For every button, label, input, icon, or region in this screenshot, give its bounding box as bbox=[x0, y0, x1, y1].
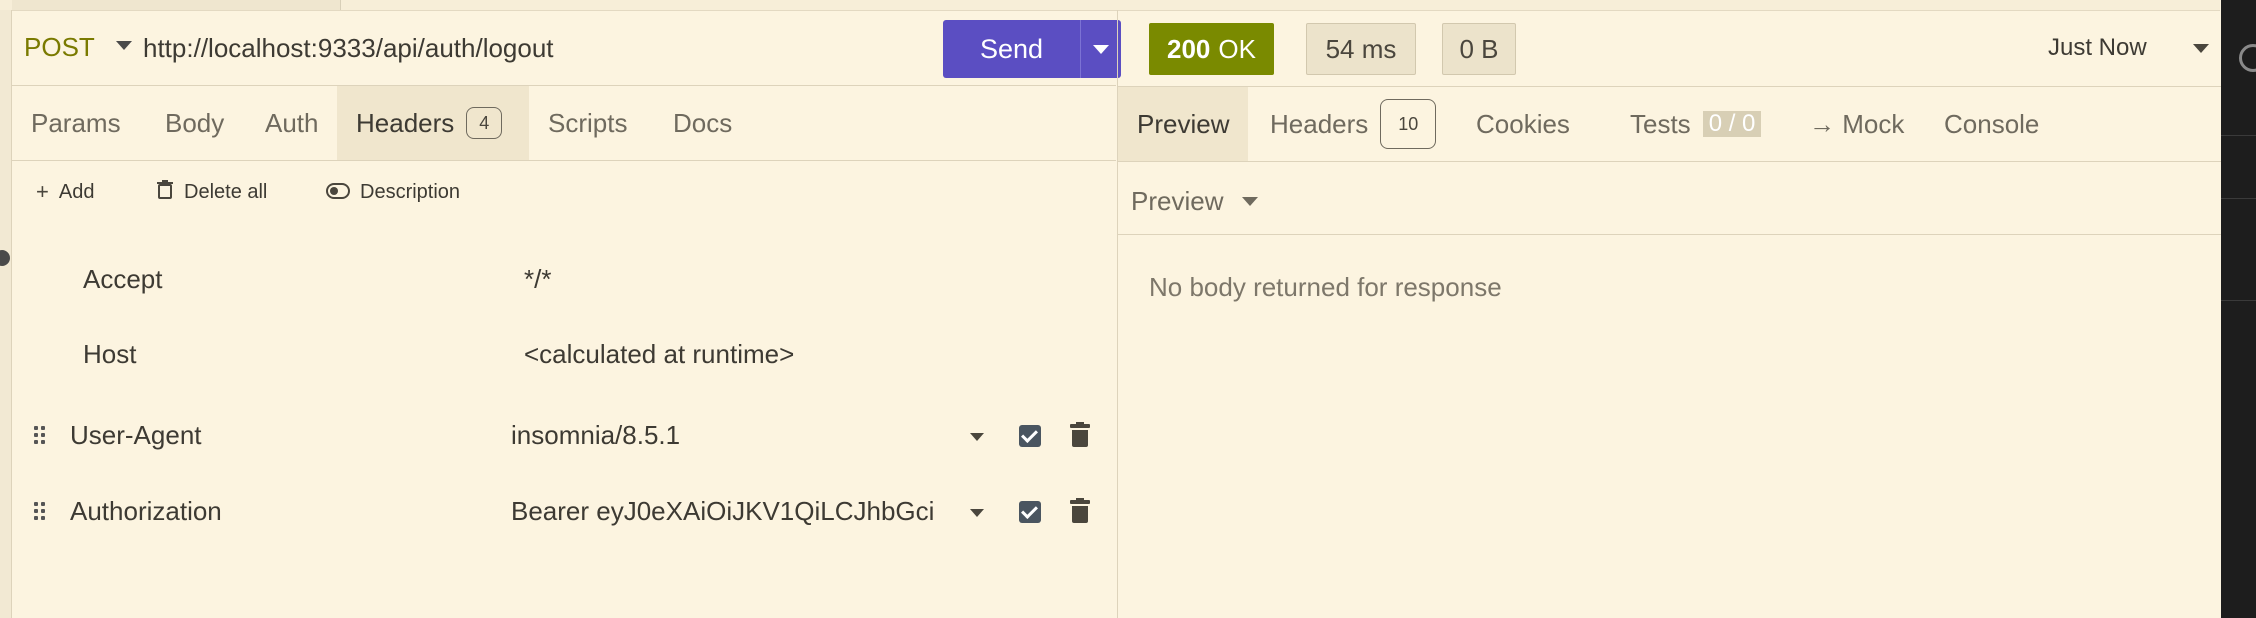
empty-response-message: No body returned for response bbox=[1149, 272, 1502, 302]
drag-handle-icon[interactable] bbox=[34, 426, 48, 446]
tab-cookies[interactable]: Cookies bbox=[1458, 87, 1588, 161]
request-tabs: Params Body Auth Headers 4 Scripts Docs bbox=[12, 86, 1116, 161]
header-enabled-checkbox[interactable] bbox=[1019, 425, 1041, 447]
right-dark-panel bbox=[2221, 0, 2256, 618]
tab-body[interactable]: Body bbox=[147, 86, 242, 160]
delete-all-button[interactable]: Delete all bbox=[156, 179, 267, 205]
tab-tests[interactable]: Tests 0 / 0 bbox=[1612, 87, 1779, 161]
tab-mock[interactable]: → Mock bbox=[1791, 87, 1922, 161]
trash-icon bbox=[156, 179, 174, 205]
trash-icon[interactable] bbox=[1070, 422, 1090, 448]
tab-preview[interactable]: Preview bbox=[1118, 87, 1249, 161]
header-actions: + Add Delete all Description bbox=[12, 161, 1116, 221]
history-dropdown-icon[interactable] bbox=[2193, 44, 2209, 53]
header-row-user-agent: User-Agent insomnia/8.5.1 bbox=[12, 400, 1116, 474]
tests-count-badge: 0 / 0 bbox=[1702, 111, 1762, 137]
preview-mode-dropdown[interactable]: Preview bbox=[1131, 186, 1223, 217]
drag-handle-icon[interactable] bbox=[34, 502, 48, 522]
header-name: Host bbox=[83, 339, 137, 369]
tab-scripts[interactable]: Scripts bbox=[530, 86, 645, 160]
sidebar-edge bbox=[0, 10, 12, 618]
header-row-accept: Accept */* bbox=[12, 244, 1116, 318]
add-header-button[interactable]: + Add bbox=[36, 179, 94, 205]
response-headers-count-badge: 10 bbox=[1380, 99, 1437, 149]
tab-docs[interactable]: Docs bbox=[655, 86, 750, 160]
tab-params[interactable]: Params bbox=[12, 86, 139, 160]
header-value: */* bbox=[524, 264, 552, 294]
header-enabled-checkbox[interactable] bbox=[1019, 501, 1041, 523]
header-row-host: Host <calculated at runtime> bbox=[12, 319, 1116, 393]
send-button[interactable]: Send bbox=[943, 20, 1080, 78]
url-bar: POST http://localhost:9333/api/auth/logo… bbox=[12, 10, 1121, 86]
method-selector[interactable]: POST bbox=[24, 32, 95, 63]
response-time-badge: 54 ms bbox=[1306, 23, 1416, 75]
toggle-icon bbox=[326, 179, 350, 205]
response-size-badge: 0 B bbox=[1442, 23, 1516, 75]
response-pane: 200 OK 54 ms 0 B Just Now Preview Headers… bbox=[1118, 10, 2221, 618]
sidebar-toggle-icon[interactable] bbox=[0, 250, 10, 266]
request-pane: POST http://localhost:9333/api/auth/logo… bbox=[12, 10, 1121, 618]
settings-icon[interactable] bbox=[2239, 44, 2256, 72]
headers-count-badge: 4 bbox=[466, 107, 503, 139]
tab-response-headers[interactable]: Headers 10 bbox=[1252, 87, 1454, 161]
header-value-input[interactable]: Bearer eyJ0eXAiOiJKV1QiLCJhbGci bbox=[511, 496, 951, 527]
header-name: Accept bbox=[83, 264, 163, 294]
send-options-dropdown-icon[interactable] bbox=[1080, 20, 1121, 78]
header-row-authorization: Authorization Bearer eyJ0eXAiOiJKV1QiLCJ… bbox=[12, 476, 1116, 550]
tab-headers[interactable]: Headers 4 bbox=[337, 86, 529, 160]
tab-console[interactable]: Console bbox=[1926, 87, 2057, 161]
plus-icon: + bbox=[36, 179, 49, 204]
preview-mode-dropdown-icon[interactable] bbox=[1242, 197, 1258, 206]
divider bbox=[1118, 234, 2221, 235]
header-value-input[interactable]: insomnia/8.5.1 bbox=[511, 420, 951, 451]
response-tabs: Preview Headers 10 Cookies Tests 0 / 0 →… bbox=[1118, 86, 2221, 162]
method-dropdown-icon[interactable] bbox=[116, 41, 132, 50]
tab-auth[interactable]: Auth bbox=[247, 86, 337, 160]
description-toggle-button[interactable]: Description bbox=[326, 179, 460, 205]
history-dropdown[interactable]: Just Now bbox=[2048, 34, 2147, 62]
trash-icon[interactable] bbox=[1070, 498, 1090, 524]
status-badge: 200 OK bbox=[1149, 23, 1274, 75]
header-name-input[interactable]: User-Agent bbox=[70, 420, 202, 451]
value-dropdown-icon[interactable] bbox=[970, 433, 984, 441]
header-name-input[interactable]: Authorization bbox=[70, 496, 222, 527]
value-dropdown-icon[interactable] bbox=[970, 509, 984, 517]
header-value: <calculated at runtime> bbox=[524, 339, 795, 369]
active-request-tab[interactable] bbox=[12, 0, 341, 10]
url-input[interactable]: http://localhost:9333/api/auth/logout bbox=[143, 33, 554, 64]
